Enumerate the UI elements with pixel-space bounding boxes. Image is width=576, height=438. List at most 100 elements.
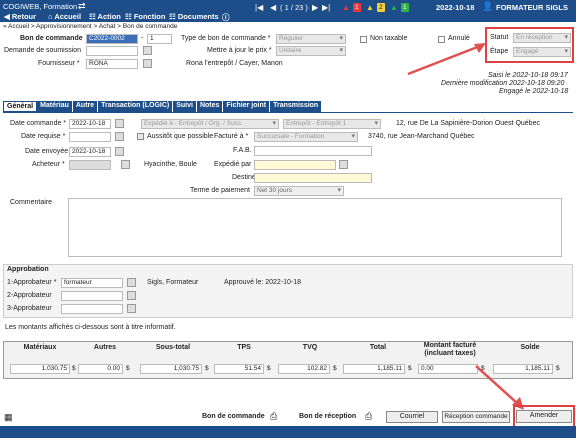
alert-yellow-icon[interactable]: ▲ bbox=[366, 3, 374, 12]
top-bar: COGIWEB, Formation ⇄ |◀ ◀ ( 1 / 23 ) ▶ ▶… bbox=[0, 0, 576, 22]
expedie-par-input[interactable] bbox=[254, 160, 336, 170]
calendar-icon[interactable] bbox=[115, 132, 124, 141]
header-materiaux: Matériaux bbox=[23, 344, 57, 351]
reception-commande-button[interactable]: Réception commande bbox=[442, 411, 510, 423]
expedie-type-select[interactable]: Expédié à - Entrepôt / Org. / Succ. bbox=[141, 119, 279, 129]
facture-select[interactable]: Succursale - Formation bbox=[254, 132, 358, 142]
print-icon[interactable]: ⎙ bbox=[270, 411, 277, 422]
acheteur-label: Acheteur * bbox=[32, 161, 65, 168]
print-icon[interactable]: ⎙ bbox=[365, 411, 372, 422]
courriel-button[interactable]: Courriel bbox=[386, 411, 438, 423]
fab-label: F.A.B. bbox=[233, 147, 252, 154]
terme-select[interactable]: Net 30 jours bbox=[254, 186, 344, 196]
last-record-icon[interactable]: ▶| bbox=[322, 3, 330, 12]
alert-yellow-count[interactable]: 2 bbox=[377, 3, 385, 12]
tab-general[interactable]: Général bbox=[3, 101, 38, 112]
approbateur-3-input[interactable] bbox=[61, 304, 123, 314]
fournisseur-label: Fournisseur * bbox=[38, 60, 80, 67]
fournisseur-input[interactable]: RONA bbox=[86, 59, 138, 69]
tab-bar: Général Matériau Autre Transaction (LOGI… bbox=[3, 101, 323, 112]
search-icon[interactable] bbox=[127, 278, 136, 287]
alert-red-count[interactable]: 1 bbox=[353, 3, 361, 12]
user-name[interactable]: FORMATEUR SIGLS bbox=[496, 3, 568, 12]
date-requise-input[interactable] bbox=[69, 132, 111, 142]
value-materiaux: 1,030.75 bbox=[10, 364, 70, 374]
search-icon[interactable] bbox=[127, 291, 136, 300]
tab-autre[interactable]: Autre bbox=[73, 101, 99, 112]
prev-record-icon[interactable]: ◀ bbox=[270, 3, 276, 12]
approbateur-1-input[interactable]: formateur bbox=[61, 278, 123, 288]
alert-green-count[interactable]: 1 bbox=[401, 3, 409, 12]
first-record-icon[interactable]: |◀ bbox=[255, 3, 263, 12]
calendar-icon[interactable] bbox=[115, 147, 124, 156]
date-commande-input[interactable]: 2022-10-18 bbox=[69, 119, 111, 129]
mettre-label: Mettre à jour le prix * bbox=[207, 47, 272, 54]
commentaire-textarea[interactable] bbox=[68, 198, 562, 257]
header-tps: TPS bbox=[237, 344, 251, 351]
non-taxable-checkbox[interactable] bbox=[360, 36, 367, 43]
action-label: Action bbox=[97, 12, 121, 21]
mettre-select[interactable]: Unitaire bbox=[276, 46, 346, 56]
tab-transmission[interactable]: Transmission bbox=[270, 101, 323, 112]
next-record-icon[interactable]: ▶ bbox=[312, 3, 318, 12]
approbation-title: Approbation bbox=[7, 266, 49, 273]
acheteur-input[interactable] bbox=[69, 160, 111, 170]
terme-label: Terme de paiement bbox=[190, 187, 250, 194]
tab-notes[interactable]: Notes bbox=[197, 101, 224, 112]
currency-symbol: $ bbox=[408, 365, 412, 372]
action-button[interactable]: ☷ Action bbox=[89, 12, 121, 21]
annotation-arrow-icon bbox=[407, 43, 486, 76]
fab-input[interactable] bbox=[254, 146, 372, 156]
approbateur-1-approved: Approuvé le: 2022-10-18 bbox=[224, 279, 302, 286]
date-commande-label: Date commande * bbox=[10, 120, 67, 127]
bon-commande-label: Bon de commande bbox=[20, 35, 83, 42]
destine-input[interactable] bbox=[254, 173, 372, 183]
date-envoyee-input[interactable]: 2022-10-18 bbox=[69, 147, 111, 157]
expedie-value-select[interactable]: Entrepôt - Entrepôt 1 bbox=[283, 119, 381, 129]
approbateur-2-input[interactable] bbox=[61, 291, 123, 301]
dash-separator: - bbox=[141, 35, 144, 42]
bon-commande-seq-input[interactable]: 1 bbox=[147, 34, 172, 44]
record-counter: ( 1 / 23 ) bbox=[280, 3, 308, 12]
documents-label: Documents bbox=[177, 12, 219, 21]
highlight-box-status bbox=[485, 27, 574, 63]
type-label: Type de bon de commande * bbox=[181, 35, 271, 42]
expedie-par-label: Expédié par bbox=[214, 161, 252, 168]
retour-button[interactable]: ◀ Retour bbox=[4, 12, 36, 21]
fournisseur-address: Rona l'entrepôt / Cayer, Manon bbox=[186, 60, 283, 67]
acheteur-name: Hyacinthe, Boule bbox=[144, 161, 197, 168]
calendar-icon[interactable] bbox=[115, 119, 124, 128]
bon-reception-print-label[interactable]: Bon de réception bbox=[299, 413, 356, 420]
search-icon[interactable] bbox=[339, 160, 348, 169]
commentaire-label: Commentaire bbox=[10, 199, 53, 206]
currency-symbol: $ bbox=[556, 365, 560, 372]
bon-commande-print-label[interactable]: Bon de commande bbox=[202, 413, 265, 420]
bon-commande-input[interactable]: C2022-0002 bbox=[86, 34, 138, 44]
demande-input[interactable] bbox=[86, 46, 138, 56]
currency-symbol: $ bbox=[205, 365, 209, 372]
tab-suivi[interactable]: Suivi bbox=[173, 101, 197, 112]
tab-materiau[interactable]: Matériau bbox=[37, 101, 73, 112]
tab-fichier-joint[interactable]: Fichier joint bbox=[223, 101, 271, 112]
value-montant-facture: 0.00 bbox=[418, 364, 478, 374]
type-select[interactable]: Régulier bbox=[276, 34, 346, 44]
alert-red-icon[interactable]: ▲ bbox=[342, 3, 350, 12]
approbateur-1-name: Sigls, Formateur bbox=[147, 279, 199, 286]
alert-green-icon[interactable]: ▲ bbox=[390, 3, 398, 12]
tab-transaction[interactable]: Transaction (LOGIC) bbox=[98, 101, 174, 112]
accueil-button[interactable]: ⌂ Accueil bbox=[48, 12, 81, 21]
search-icon[interactable] bbox=[127, 304, 136, 313]
search-icon[interactable] bbox=[143, 59, 152, 68]
search-icon[interactable] bbox=[121, 160, 130, 169]
grid-icon[interactable]: ▦ bbox=[4, 412, 13, 423]
approbateur-3-label: 3-Approbateur bbox=[7, 305, 52, 312]
fonction-button[interactable]: ☷ Fonction bbox=[125, 12, 165, 21]
refresh-icon[interactable]: ⇄ bbox=[78, 1, 86, 12]
accueil-label: Accueil bbox=[54, 12, 82, 21]
breadcrumb-text[interactable]: » Accueil > Approvisionnement > Achat > … bbox=[3, 23, 177, 30]
engage-text: Engagé le 2022-10-18 bbox=[499, 88, 569, 95]
documents-button[interactable]: ☷ Documents bbox=[169, 12, 219, 21]
search-icon[interactable] bbox=[143, 46, 152, 55]
asap-checkbox[interactable] bbox=[137, 133, 144, 140]
header-sous-total: Sous-total bbox=[155, 344, 191, 351]
